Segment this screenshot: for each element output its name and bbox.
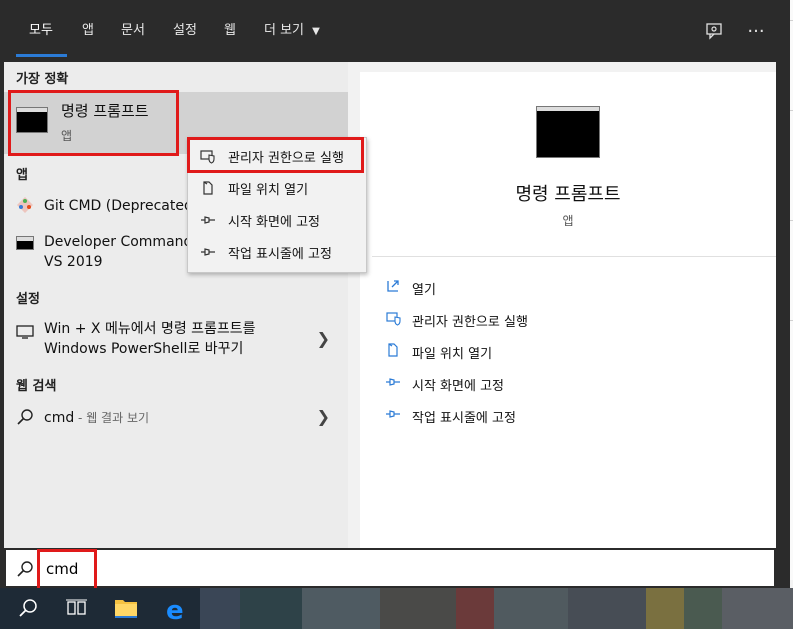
blurred-taskbar-item xyxy=(684,588,722,629)
list-item-label: cmd - 웹 결과 보기 xyxy=(44,408,149,428)
task-view-button[interactable] xyxy=(52,588,100,629)
action-label: 열기 xyxy=(412,283,436,298)
highlight-box xyxy=(187,137,364,173)
tab-settings[interactable]: 설정 xyxy=(173,0,197,62)
divider xyxy=(372,256,776,257)
list-item-setting-powershell[interactable]: Win + X 메뉴에서 명령 프롬프트를 Windows PowerShell… xyxy=(4,318,348,362)
blurred-taskbar-item xyxy=(456,588,494,629)
search-icon xyxy=(16,408,34,426)
context-label: 시작 화면에 고정 xyxy=(228,215,320,230)
file-explorer-icon[interactable] xyxy=(102,588,150,629)
preview-subtitle: 앱 xyxy=(562,214,574,228)
search-button[interactable] xyxy=(4,588,52,629)
context-label: 작업 표시줄에 고정 xyxy=(228,247,332,262)
context-pin-to-start[interactable]: 시작 화면에 고정 xyxy=(188,204,366,236)
web-suffix: - 웹 결과 보기 xyxy=(74,411,150,425)
blurred-taskbar-item xyxy=(646,588,684,629)
start-menu: 모두 앱 문서 설정 웹 더 보기 ▼ ··· 가장 정확 앱 Git CMD … xyxy=(0,0,790,593)
action-open-file-location[interactable]: 파일 위치 열기 xyxy=(384,340,764,364)
edge-browser-icon[interactable]: e xyxy=(152,588,200,629)
tab-web[interactable]: 웹 xyxy=(224,0,236,62)
blurred-taskbar-item xyxy=(302,588,380,629)
section-web-search: 웹 검색 xyxy=(16,379,57,394)
context-label: 파일 위치 열기 xyxy=(228,183,309,198)
pin-icon xyxy=(384,374,402,392)
blurred-taskbar-item xyxy=(494,588,568,629)
blurred-taskbar-item xyxy=(200,588,240,629)
action-label: 시작 화면에 고정 xyxy=(412,379,504,394)
list-item-label: Win + X 메뉴에서 명령 프롬프트를 xyxy=(44,321,256,337)
section-settings: 설정 xyxy=(16,292,40,307)
svg-text:e: e xyxy=(166,596,184,626)
highlight-box xyxy=(37,549,97,593)
tab-documents[interactable]: 문서 xyxy=(121,0,145,62)
tab-apps[interactable]: 앱 xyxy=(82,0,94,62)
blurred-taskbar-item xyxy=(722,588,793,629)
preview-title: 명령 프롬프트 xyxy=(515,184,621,205)
list-item-web-search[interactable]: cmd - 웹 결과 보기 ❯ xyxy=(4,406,348,430)
open-icon xyxy=(384,278,402,296)
file-location-icon xyxy=(384,342,402,360)
section-best-match: 가장 정확 xyxy=(16,72,69,87)
web-query: cmd xyxy=(44,410,75,426)
shield-icon xyxy=(384,310,402,328)
tab-more[interactable]: 더 보기 ▼ xyxy=(264,0,320,62)
blurred-taskbar-item xyxy=(380,588,456,629)
pin-icon xyxy=(200,212,216,228)
search-bar[interactable]: cmd xyxy=(4,548,776,588)
section-apps: 앱 xyxy=(16,168,28,183)
tab-more-label: 더 보기 xyxy=(264,23,305,38)
highlight-box xyxy=(8,90,179,156)
pin-icon xyxy=(384,406,402,424)
taskbar: e xyxy=(0,588,793,629)
blurred-taskbar-item xyxy=(568,588,646,629)
file-location-icon xyxy=(200,180,216,196)
action-label: 작업 표시줄에 고정 xyxy=(412,411,516,426)
action-label: 파일 위치 열기 xyxy=(412,347,493,362)
action-pin-to-taskbar[interactable]: 작업 표시줄에 고정 xyxy=(384,404,764,428)
pin-icon xyxy=(200,244,216,260)
more-icon[interactable]: ··· xyxy=(745,21,767,43)
feedback-icon[interactable] xyxy=(703,21,725,43)
action-pin-to-start[interactable]: 시작 화면에 고정 xyxy=(384,372,764,396)
blurred-taskbar-item xyxy=(240,588,302,629)
tab-all[interactable]: 모두 xyxy=(29,0,53,62)
search-icon xyxy=(16,560,34,578)
preview-card: 명령 프롬프트 앱 열기 관리자 권한으로 실행 파일 위치 열기 시작 화면에… xyxy=(360,72,776,548)
filter-tabs-bar: 모두 앱 문서 설정 웹 더 보기 ▼ ··· xyxy=(0,0,790,62)
list-item-label-line2: VS 2019 xyxy=(44,254,103,270)
chevron-down-icon: ▼ xyxy=(312,26,320,37)
command-prompt-icon xyxy=(536,106,600,158)
list-item-label: Git CMD (Deprecated xyxy=(44,198,193,214)
git-icon xyxy=(16,196,34,214)
list-item-label-line2: Windows PowerShell로 바꾸기 xyxy=(44,341,244,357)
list-item-label: Developer Command xyxy=(44,234,193,250)
window-edge xyxy=(776,62,790,548)
preview-pane: 명령 프롬프트 앱 열기 관리자 권한으로 실행 파일 위치 열기 시작 화면에… xyxy=(348,62,776,548)
context-open-file-location[interactable]: 파일 위치 열기 xyxy=(188,172,366,204)
active-tab-indicator xyxy=(16,54,67,57)
action-run-as-admin[interactable]: 관리자 권한으로 실행 xyxy=(384,308,764,332)
chevron-right-icon[interactable]: ❯ xyxy=(317,407,330,426)
context-pin-to-taskbar[interactable]: 작업 표시줄에 고정 xyxy=(188,236,366,268)
chevron-right-icon[interactable]: ❯ xyxy=(317,329,330,348)
action-open[interactable]: 열기 xyxy=(384,276,764,300)
display-icon xyxy=(16,324,34,342)
console-icon xyxy=(16,236,34,250)
action-label: 관리자 권한으로 실행 xyxy=(412,315,528,330)
